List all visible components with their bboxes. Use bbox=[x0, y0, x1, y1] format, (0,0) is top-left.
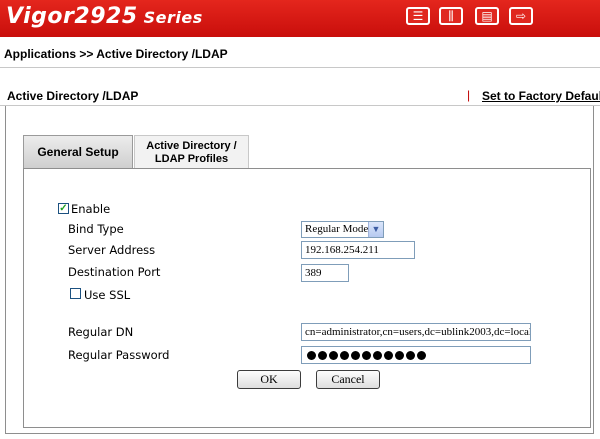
divider bbox=[0, 67, 600, 68]
settings-sliders-icon[interactable]: ⫼ bbox=[439, 7, 463, 25]
cancel-button[interactable]: Cancel bbox=[316, 370, 380, 389]
tab-ldap-profiles[interactable]: Active Directory / LDAP Profiles bbox=[134, 135, 249, 168]
password-mask-dot bbox=[406, 351, 415, 360]
tab-general-setup[interactable]: General Setup bbox=[23, 135, 133, 168]
breadcrumb: Applications >> Active Directory /LDAP bbox=[4, 47, 228, 61]
regular-password-input[interactable] bbox=[301, 346, 531, 364]
tab-ldap-profiles-line2: LDAP Profiles bbox=[154, 153, 229, 165]
save-icon[interactable]: ▤ bbox=[475, 7, 499, 25]
brand-model: Vigor2925 bbox=[6, 4, 138, 29]
enable-label: Enable bbox=[71, 202, 111, 216]
chevron-down-icon: ▼ bbox=[368, 222, 383, 237]
server-address-input[interactable]: 192.168.254.211 bbox=[301, 241, 415, 259]
password-mask-dot bbox=[318, 351, 327, 360]
brand-series: Series bbox=[143, 8, 203, 27]
destination-port-input[interactable]: 389 bbox=[301, 264, 349, 282]
server-address-label: Server Address bbox=[68, 243, 156, 257]
set-factory-default-link[interactable]: Set to Factory Default bbox=[482, 89, 600, 103]
enable-checkbox[interactable]: ✓ bbox=[58, 203, 69, 214]
bind-type-label: Bind Type bbox=[68, 222, 124, 236]
bind-type-value: Regular Mode bbox=[305, 223, 369, 235]
password-mask-dot bbox=[340, 351, 349, 360]
password-mask-dot bbox=[384, 351, 393, 360]
destination-port-label: Destination Port bbox=[68, 265, 161, 279]
password-mask-dot bbox=[307, 351, 316, 360]
bind-type-select[interactable]: Regular Mode ▼ bbox=[301, 221, 384, 238]
regular-password-label: Regular Password bbox=[68, 348, 170, 362]
menu-icon[interactable]: ☰ bbox=[406, 7, 430, 25]
tab-ldap-profiles-line1: Active Directory / bbox=[146, 140, 237, 152]
password-mask-dot bbox=[395, 351, 404, 360]
brand-logo: Vigor2925 Series bbox=[6, 4, 203, 29]
password-mask-dot bbox=[329, 351, 338, 360]
page-title: Active Directory /LDAP bbox=[7, 89, 139, 103]
password-mask-dot bbox=[351, 351, 360, 360]
use-ssl-checkbox[interactable] bbox=[70, 288, 81, 299]
password-mask-dot bbox=[373, 351, 382, 360]
title-separator: | bbox=[467, 88, 471, 102]
password-mask-dot bbox=[362, 351, 371, 360]
use-ssl-label: Use SSL bbox=[84, 288, 131, 302]
top-banner: Vigor2925 Series ☰ ⫼ ▤ ⇨ bbox=[0, 0, 600, 37]
regular-dn-label: Regular DN bbox=[68, 325, 134, 339]
check-icon: ✓ bbox=[59, 203, 68, 214]
password-mask-dot bbox=[417, 351, 426, 360]
ok-button[interactable]: OK bbox=[237, 370, 301, 389]
regular-dn-input[interactable]: cn=administrator,cn=users,dc=ublink2003,… bbox=[301, 323, 531, 341]
logout-icon[interactable]: ⇨ bbox=[509, 7, 533, 25]
